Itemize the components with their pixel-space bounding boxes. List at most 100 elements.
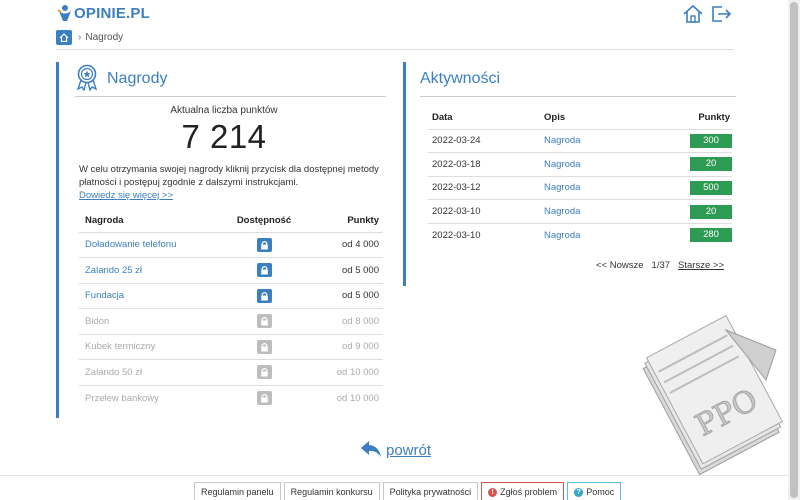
col-availability: Dostępność — [236, 215, 292, 227]
footer-link[interactable]: Regulamin konkursu — [283, 482, 380, 500]
learn-more-link[interactable]: Dowiedz się więcej >> — [79, 190, 173, 201]
footer-link[interactable]: Regulamin panelu — [194, 482, 281, 500]
reward-row: Zalando 50 zł od 10 000 — [79, 359, 383, 385]
points-badge: 300 — [690, 133, 732, 148]
top-icons — [682, 4, 732, 24]
rewards-panel: Nagrody Aktualna liczba punktów 7 214 W … — [56, 62, 386, 418]
reward-points: od 5 000 — [309, 282, 383, 309]
activity-desc-link[interactable]: Nagroda — [544, 128, 674, 153]
points-value: 7 214 — [181, 118, 267, 155]
reward-row[interactable]: Zalando 25 zł od 5 000 — [79, 257, 383, 283]
rewards-header: Nagrody — [75, 62, 386, 97]
reward-points: od 10 000 — [309, 384, 383, 411]
footer: Regulamin panelu Regulamin konkursu Polity… — [0, 475, 788, 500]
footer-link[interactable]: ? Pomoc — [567, 482, 622, 500]
col-points: Punkty — [347, 215, 379, 227]
activity-date: 2022-03-18 — [428, 152, 544, 177]
breadcrumb-separator: › — [78, 32, 82, 43]
lock-icon — [256, 365, 272, 380]
footer-links: Regulamin panelu Regulamin konkursu Polity… — [194, 482, 622, 500]
logo[interactable]: OPINIE.PL — [57, 4, 150, 22]
reward-name[interactable]: Doładowanie telefonu — [79, 231, 219, 258]
activity-table: Data Opis Punkty 2022-03-24 Nagroda 300 202… — [428, 107, 732, 247]
activity-date: 2022-03-10 — [428, 199, 544, 224]
activity-desc-link[interactable]: Nagroda — [544, 222, 674, 247]
rewards-table: Nagroda Dostępność Punkty Doładowanie te… — [79, 210, 383, 411]
footer-link-label: Regulamin konkursu — [290, 487, 373, 497]
reward-points: od 9 000 — [309, 333, 383, 360]
rewards-table-header: Nagroda Dostępność Punkty — [79, 210, 383, 232]
logout-icon[interactable] — [710, 4, 732, 24]
activity-panel: Aktywności Data Opis Punkty 2022-03-24 Na… — [403, 62, 736, 286]
activity-title: Aktywności — [420, 70, 501, 87]
reward-name: Zalando 50 zł — [79, 359, 219, 385]
activity-points: 500 — [674, 175, 732, 200]
reward-availability — [219, 308, 309, 334]
reward-availability — [219, 333, 309, 360]
pager-page: 1/37 — [651, 260, 671, 271]
reward-name: Kubek termiczny — [79, 333, 219, 360]
activity-row: 2022-03-18 Nagroda 20 — [428, 152, 732, 177]
home-icon[interactable] — [682, 4, 704, 24]
rewards-instructions: W celu otrzymania swojej nagrody kliknij… — [79, 164, 379, 188]
activity-points: 280 — [674, 222, 732, 247]
reward-row: Przelew bankowy od 10 000 — [79, 384, 383, 411]
reward-availability — [219, 257, 309, 283]
activity-header: Aktywności — [420, 62, 736, 97]
activity-points: 300 — [674, 128, 732, 153]
lock-icon[interactable] — [256, 237, 272, 252]
points-badge: 500 — [690, 180, 732, 195]
back-label: powrót — [386, 442, 432, 459]
pager-newer[interactable]: << Nowsze — [596, 260, 644, 271]
activity-desc-link[interactable]: Nagroda — [544, 199, 674, 224]
col-date: Data — [432, 112, 453, 124]
reward-name[interactable]: Fundacja — [79, 282, 219, 309]
activity-date: 2022-03-12 — [428, 175, 544, 200]
points-badge: 280 — [690, 228, 732, 243]
lock-icon[interactable] — [256, 263, 272, 278]
reward-row[interactable]: Doładowanie telefonu od 4 000 — [79, 231, 383, 258]
footer-link[interactable]: Polityka prywatności — [382, 482, 479, 500]
ppo-stamp-image: PPO — [636, 310, 788, 485]
help-icon: ? — [574, 488, 584, 497]
points-badge: 20 — [690, 157, 732, 172]
activity-row: 2022-03-12 Nagroda 500 — [428, 175, 732, 200]
back-link[interactable]: powrót — [360, 440, 431, 461]
lock-icon — [256, 314, 272, 329]
logo-text: OPINIE.PL — [74, 4, 150, 22]
activity-table-header: Data Opis Punkty — [428, 107, 732, 129]
footer-link-label: Polityka prywatności — [389, 487, 472, 497]
reward-row[interactable]: Fundacja od 5 000 — [79, 282, 383, 309]
activity-desc-link[interactable]: Nagroda — [544, 152, 674, 177]
reward-points: od 4 000 — [309, 231, 383, 258]
activity-date: 2022-03-24 — [428, 128, 544, 153]
reward-availability — [219, 384, 309, 411]
activity-pager: << Nowsze 1/37 Starsze >> — [596, 260, 724, 271]
scrollbar-thumb[interactable] — [790, 2, 798, 498]
lock-icon[interactable] — [256, 288, 272, 303]
reward-name[interactable]: Zalando 25 zł — [79, 257, 219, 283]
footer-link[interactable]: ! Zgłoś problem — [481, 482, 565, 500]
activity-points: 20 — [674, 152, 732, 177]
page-scrollbar[interactable] — [788, 0, 800, 500]
col-activity-points: Punkty — [698, 112, 730, 124]
activity-desc-link[interactable]: Nagroda — [544, 175, 674, 200]
breadcrumb-current: Nagrody — [85, 32, 124, 43]
activity-date: 2022-03-10 — [428, 222, 544, 247]
points-badge: 20 — [690, 204, 732, 219]
breadcrumb: › Nagrody — [56, 30, 123, 45]
reward-points: od 10 000 — [309, 359, 383, 385]
lock-icon — [256, 339, 272, 354]
col-desc: Opis — [544, 112, 566, 124]
breadcrumb-home-icon[interactable] — [56, 30, 72, 45]
col-prize: Nagroda — [85, 215, 124, 227]
activity-row: 2022-03-10 Nagroda 280 — [428, 222, 732, 247]
reward-points: od 5 000 — [309, 257, 383, 283]
breadcrumb-divider — [56, 49, 734, 50]
footer-link-label: Regulamin panelu — [201, 487, 274, 497]
activity-row: 2022-03-24 Nagroda 300 — [428, 128, 732, 153]
pager-older[interactable]: Starsze >> — [678, 260, 724, 271]
reward-availability — [219, 231, 309, 258]
reward-points: od 8 000 — [309, 308, 383, 334]
reward-availability — [219, 282, 309, 309]
